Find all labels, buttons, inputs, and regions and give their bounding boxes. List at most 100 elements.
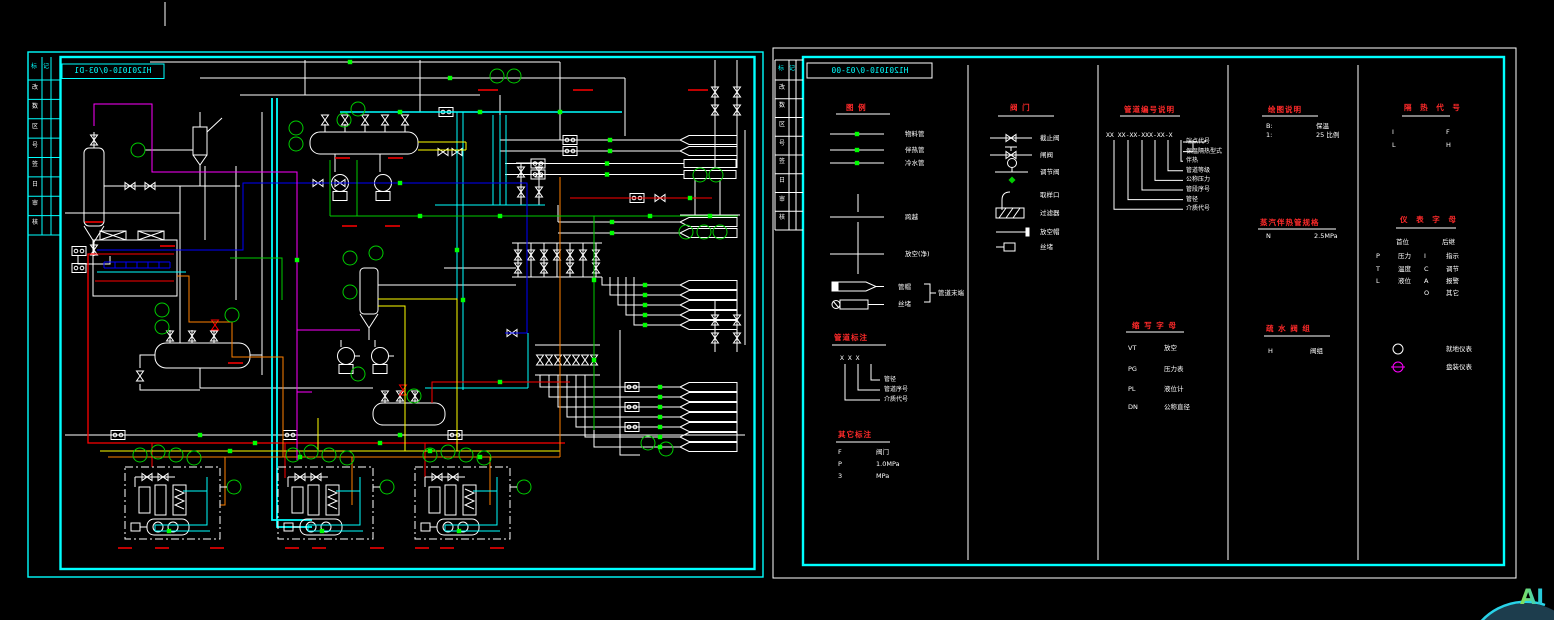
legend-section-title: 蒸汽伴热管规格 — [1260, 218, 1320, 227]
legend-label: 物料管 — [905, 130, 925, 138]
right-sheet-title: H1201010-0/03-00 — [831, 66, 909, 75]
rev-row: 日 — [32, 181, 39, 188]
ai-watermark: AI — [1520, 585, 1545, 609]
code-label: 端点代号 — [1186, 138, 1211, 145]
legend-section-title: 缩 写 字 母 — [1132, 321, 1177, 330]
table-header: 首位 — [1396, 238, 1409, 246]
note-key: B: — [1266, 122, 1273, 130]
pump — [331, 174, 355, 201]
legend-label: 放空(净) — [905, 250, 930, 258]
letter-key: I — [1424, 252, 1426, 260]
rev-row: 改 — [779, 84, 786, 91]
note-value: 阀门 — [876, 448, 889, 456]
rev-row: 日 — [779, 177, 786, 184]
letter-key: O — [1424, 289, 1430, 297]
note-value: H — [1446, 141, 1451, 149]
letter-value: 压力 — [1398, 252, 1411, 260]
note-key: N — [1266, 232, 1271, 240]
legend-label: 管道序号 — [884, 386, 909, 393]
pipe-code: XX XX-XX-XXX-XX-X — [1106, 131, 1173, 139]
legend-section-title: 隔 热 代 号 — [1404, 103, 1463, 112]
cad-linework — [27, 2, 1554, 620]
letter-key: C — [1424, 265, 1429, 273]
rev-row: 审 — [779, 196, 786, 203]
legend-section-title: 管道编号说明 — [1124, 105, 1175, 114]
pump — [371, 347, 395, 374]
note-key: F — [838, 448, 842, 456]
legend-label: 介质代号 — [884, 396, 909, 403]
letter-value: 报警 — [1446, 277, 1459, 285]
pump — [374, 174, 398, 201]
note-key: P — [838, 460, 842, 468]
legend-label: 丝堵 — [898, 300, 911, 308]
battery-limit-dashes — [85, 89, 708, 549]
bubble-label: 就地仪表 — [1446, 345, 1472, 353]
legend-section-title: 仪 表 字 母 — [1400, 215, 1459, 224]
legend-section-title: 图 例 — [846, 103, 867, 112]
code-label: 介质代号 — [1186, 205, 1211, 212]
offpage-connectors — [679, 135, 738, 452]
letter-value: 液位 — [1398, 277, 1411, 285]
legend-label: 调节阀 — [1040, 168, 1060, 176]
pipe-lines-colored — [85, 89, 738, 549]
tag-code: X X X — [840, 354, 860, 362]
note-value: 25 比例 — [1316, 131, 1340, 139]
abbr-key: PL — [1128, 385, 1136, 393]
abbr-key: DN — [1128, 403, 1138, 411]
code-label: 公称压力 — [1186, 176, 1211, 183]
note-key: H — [1268, 347, 1273, 355]
cad-canvas[interactable]: H1201010-0/03-D1 标记 改 数 区 号 签 日 审 核 H120… — [0, 0, 1554, 620]
legend-section-title: 阀 门 — [1010, 103, 1031, 112]
note-value: F — [1446, 128, 1450, 136]
note-key: L — [1392, 141, 1396, 149]
legend-label: 伴热管 — [905, 146, 925, 154]
letter-value: 调节 — [1446, 265, 1459, 273]
code-label: 伴热 — [1186, 157, 1199, 164]
rev-row: 审 — [32, 200, 39, 207]
left-rev-header: 标记 — [31, 63, 56, 70]
abbr-value: 公称直径 — [1164, 403, 1190, 411]
drum-1 — [154, 342, 251, 369]
rev-row: 核 — [779, 214, 786, 221]
drum-2 — [309, 131, 419, 155]
skid-unit-3 — [415, 445, 531, 539]
note-key: 3 — [838, 472, 843, 480]
skid-unit-1 — [125, 445, 241, 539]
legend-section-title: 疏 水 阀 组 — [1266, 324, 1311, 333]
skid-unit-2 — [278, 445, 394, 539]
pump — [337, 347, 361, 374]
rev-row: 区 — [32, 123, 39, 130]
rev-row: 数 — [779, 102, 786, 109]
vessel-v1 — [83, 147, 105, 227]
vessel-v2 — [192, 126, 208, 156]
abbr-key: VT — [1128, 344, 1137, 352]
rev-row: 数 — [32, 103, 39, 110]
legend-section-title: 管道标注 — [834, 333, 868, 342]
table-header: 后继 — [1442, 238, 1455, 246]
rev-row: 改 — [32, 84, 39, 91]
legend-label: 管帽 — [898, 283, 911, 291]
note-value: MPa — [876, 472, 890, 480]
note-value: 2.5MPa — [1314, 232, 1338, 240]
legend-label: 丝堵 — [1040, 243, 1053, 251]
right-sheet-frame — [772, 47, 1517, 579]
note-value: 保温 — [1316, 122, 1329, 130]
legend-label: 过滤器 — [1040, 209, 1060, 217]
legend-label: 闸阀 — [1040, 151, 1053, 159]
code-label: 管段序号 — [1186, 186, 1211, 193]
rev-row: 签 — [32, 161, 39, 168]
legend-section-title: 其它标注 — [838, 430, 872, 439]
legend-label: 跨越 — [905, 213, 918, 221]
letter-key: A — [1424, 277, 1429, 285]
pid-drawing — [65, 59, 746, 549]
rev-row: 区 — [779, 121, 786, 128]
legend-label: 取样口 — [1040, 191, 1060, 199]
letter-value: 指示 — [1446, 252, 1459, 260]
letter-key: T — [1376, 265, 1380, 273]
drum-3 — [372, 402, 446, 426]
note-key: I — [1392, 128, 1394, 136]
right-rev-header: 标记 — [778, 65, 801, 72]
legend-label: 冷水管 — [905, 159, 925, 167]
bubble-label: 盘装仪表 — [1446, 363, 1472, 371]
instrument-bubbles — [130, 68, 728, 457]
